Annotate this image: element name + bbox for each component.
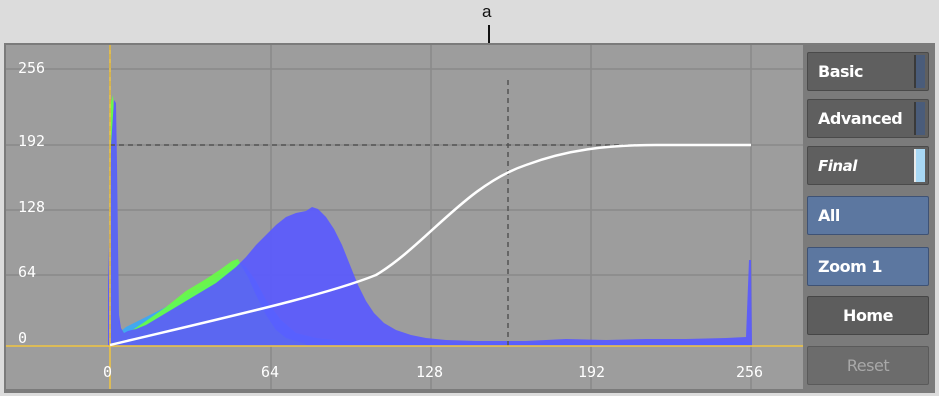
- histogram-blue: [108, 100, 752, 346]
- y-tick-256: 256: [18, 59, 46, 77]
- advanced-mode-button[interactable]: Advanced: [807, 99, 929, 138]
- all-channels-button[interactable]: All: [807, 196, 929, 235]
- x-tick-192: 192: [578, 363, 606, 381]
- y-tick-192: 192: [18, 132, 46, 150]
- basic-mode-button[interactable]: Basic: [807, 52, 929, 91]
- all-channels-label: All: [818, 206, 840, 225]
- home-label: Home: [843, 306, 893, 325]
- final-mode-button[interactable]: Final: [807, 146, 929, 185]
- advanced-mode-label: Advanced: [818, 109, 903, 128]
- reset-label: Reset: [846, 356, 890, 375]
- y-tick-128: 128: [18, 198, 46, 216]
- final-mode-indicator: [914, 149, 925, 182]
- basic-mode-indicator: [914, 55, 925, 88]
- x-tick-256: 256: [736, 363, 764, 381]
- home-button[interactable]: Home: [807, 296, 929, 335]
- advanced-mode-indicator: [914, 102, 925, 135]
- y-tick-64: 64: [18, 263, 37, 281]
- final-mode-label: Final: [818, 156, 857, 175]
- x-tick-128: 128: [416, 363, 444, 381]
- x-tick-64: 64: [261, 363, 280, 381]
- zoom-button[interactable]: Zoom 1: [807, 247, 929, 286]
- callout-label: a: [482, 2, 492, 21]
- zoom-label: Zoom 1: [818, 257, 882, 276]
- reset-button[interactable]: Reset: [807, 346, 929, 385]
- x-tick-0: 0: [103, 363, 113, 381]
- basic-mode-label: Basic: [818, 62, 863, 81]
- curve-graph[interactable]: 256 192 128 64 0 0 64 128 192 256: [6, 45, 803, 389]
- curve-graph-svg[interactable]: [6, 45, 803, 389]
- y-tick-0: 0: [18, 329, 28, 347]
